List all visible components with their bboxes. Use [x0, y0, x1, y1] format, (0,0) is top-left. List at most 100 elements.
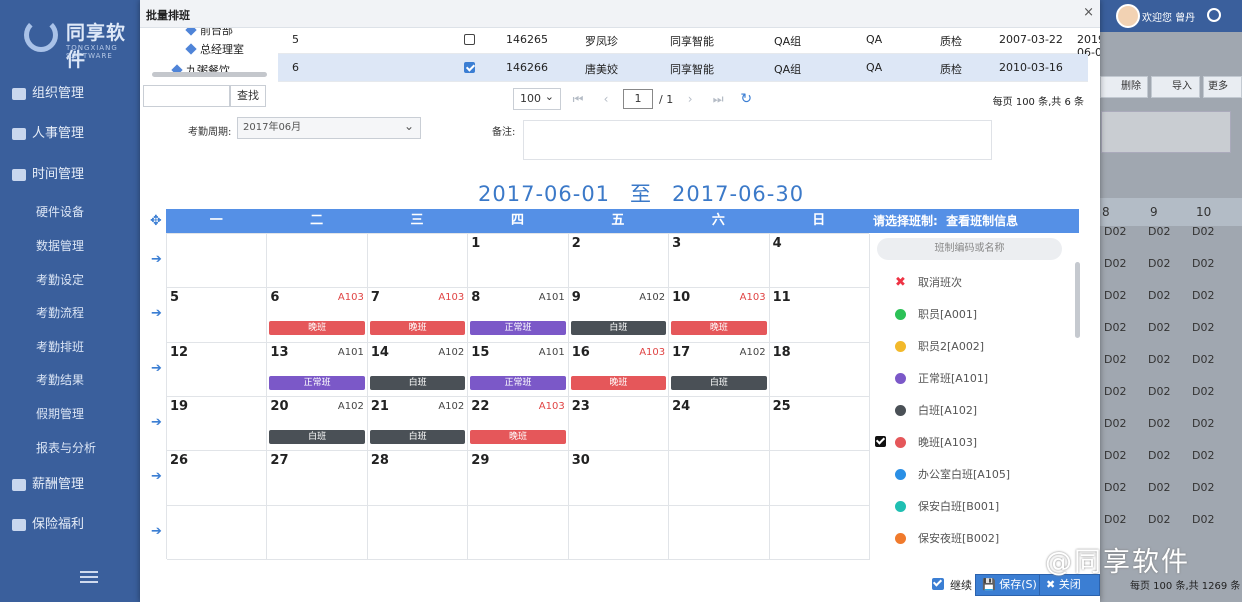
avatar[interactable] — [1116, 4, 1140, 28]
shift-badge[interactable]: 晚班 — [671, 321, 767, 336]
page-size-select[interactable]: 100 — [513, 87, 561, 110]
calendar-cell[interactable]: 27 — [267, 451, 368, 506]
submenu-leave[interactable]: 假期管理 — [36, 405, 84, 423]
row-checkbox[interactable] — [464, 62, 475, 73]
shift-badge[interactable]: 晚班 — [470, 429, 566, 444]
refresh-icon[interactable]: ↻ — [735, 91, 757, 107]
calendar-cell[interactable]: 9 A102 白班 — [568, 288, 670, 343]
menu-time[interactable]: 时间管理 — [12, 165, 84, 185]
period-select[interactable]: 2017年06月 — [237, 116, 421, 139]
calendar-cell[interactable] — [769, 451, 870, 506]
shift-option[interactable]: 白班[A102] — [875, 400, 977, 420]
calendar-cell[interactable]: 22 A103 晚班 — [468, 396, 569, 452]
menu-salary[interactable]: 薪酬管理 — [12, 475, 84, 495]
shift-option[interactable]: 晚班[A103] — [875, 432, 977, 452]
calendar-cell[interactable]: 30 — [568, 451, 670, 506]
menu-org[interactable]: 组织管理 — [12, 84, 84, 104]
search-button[interactable]: 查找 — [230, 85, 266, 107]
note-input[interactable] — [523, 120, 992, 160]
more-button[interactable]: 更多 — [1203, 76, 1242, 98]
last-page-icon[interactable]: ⏭ — [707, 88, 729, 110]
calendar-cell[interactable]: 16 A103 晚班 — [568, 342, 670, 397]
calendar-cell[interactable]: 3 — [669, 234, 770, 289]
calendar-cell[interactable] — [367, 505, 469, 560]
calendar-cell[interactable]: 8 A101 正常班 — [468, 288, 569, 343]
calendar-cell[interactable]: 10 A103 晚班 — [669, 288, 770, 343]
table-row[interactable]: 5 146265 罗凤珍 同享智能 QA组 QA 质检 2007-03-22 2… — [278, 26, 1100, 59]
tree-search-input[interactable] — [143, 85, 230, 107]
submenu-settings[interactable]: 考勤设定 — [36, 271, 84, 289]
submenu-result[interactable]: 考勤结果 — [36, 371, 84, 389]
tree-node[interactable]: 前台部 — [185, 28, 233, 38]
calendar-cell[interactable]: 6 A103 晚班 — [267, 288, 368, 343]
calendar-cell[interactable] — [468, 505, 569, 560]
table-row-selected[interactable]: 6 146266 唐美姣 同享智能 QA组 QA 质检 2010-03-16 在… — [278, 54, 1088, 82]
shift-list-scrollbar[interactable] — [1075, 262, 1080, 338]
calendar-cell[interactable]: 19 — [167, 396, 268, 452]
page-number-input[interactable]: 1 — [623, 89, 653, 109]
shift-badge[interactable]: 正常班 — [269, 375, 365, 390]
calendar-cell[interactable]: 24 — [669, 396, 770, 452]
submenu-hardware[interactable]: 硬件设备 — [36, 203, 84, 221]
shift-option[interactable]: 正常班[A101] — [875, 368, 988, 388]
calendar-cell[interactable]: 20 A102 白班 — [267, 396, 368, 452]
shift-badge[interactable]: 白班 — [269, 429, 365, 444]
apply-week-arrow-icon[interactable]: ➔ — [151, 415, 162, 430]
collapse-menu-icon[interactable] — [80, 571, 98, 583]
calendar-cell[interactable] — [669, 505, 770, 560]
calendar-cell[interactable]: 29 — [468, 451, 569, 506]
submenu-flow[interactable]: 考勤流程 — [36, 304, 84, 322]
calendar-cell[interactable] — [669, 451, 770, 506]
apply-week-arrow-icon[interactable]: ➔ — [151, 524, 162, 539]
import-button[interactable]: 导入 — [1151, 76, 1200, 98]
calendar-cell[interactable]: 14 A102 白班 — [367, 342, 469, 397]
shift-badge[interactable]: 晚班 — [570, 375, 667, 390]
tree-scrollbar[interactable] — [152, 72, 267, 77]
apply-week-arrow-icon[interactable]: ➔ — [151, 306, 162, 321]
next-page-icon[interactable]: › — [679, 88, 701, 110]
calendar-cell[interactable]: 28 — [367, 451, 469, 506]
calendar-cell[interactable] — [769, 505, 870, 560]
shift-option[interactable]: 办公室白班[A105] — [875, 464, 1010, 484]
calendar-cell[interactable]: 21 A102 白班 — [367, 396, 469, 452]
menu-insurance[interactable]: 保险福利 — [12, 515, 84, 535]
shift-option[interactable]: ✖ 取消班次 — [875, 272, 962, 292]
calendar-cell[interactable]: 1 — [468, 234, 569, 289]
apply-week-arrow-icon[interactable]: ➔ — [151, 252, 162, 267]
submenu-data[interactable]: 数据管理 — [36, 237, 84, 255]
calendar-cell[interactable] — [367, 234, 469, 289]
apply-week-arrow-icon[interactable]: ➔ — [151, 469, 162, 484]
calendar-cell[interactable] — [167, 234, 268, 289]
power-icon[interactable] — [1207, 8, 1221, 22]
shift-badge[interactable]: 白班 — [570, 321, 667, 336]
calendar-cell[interactable] — [267, 234, 368, 289]
shift-badge[interactable]: 白班 — [369, 429, 466, 444]
shift-badge[interactable]: 白班 — [369, 375, 466, 390]
calendar-cell[interactable]: 4 — [769, 234, 870, 289]
calendar-cell[interactable]: 17 A102 白班 — [669, 342, 770, 397]
save-button[interactable]: 💾 保存(S) — [975, 574, 1044, 596]
submenu-reports[interactable]: 报表与分析 — [36, 439, 96, 457]
shift-badge[interactable]: 正常班 — [470, 321, 566, 336]
shift-badge[interactable]: 正常班 — [470, 375, 566, 390]
calendar-cell[interactable]: 26 — [167, 451, 268, 506]
calendar-cell[interactable]: 5 — [167, 288, 268, 343]
apply-week-arrow-icon[interactable]: ➔ — [151, 361, 162, 376]
calendar-cell[interactable]: 23 — [568, 396, 670, 452]
calendar-cell[interactable]: 11 — [769, 288, 870, 343]
calendar-cell[interactable]: 13 A101 正常班 — [267, 342, 368, 397]
view-shift-info-link[interactable]: 查看班制信息 — [946, 214, 1018, 228]
shift-search-input[interactable]: 班制编码或名称 — [877, 238, 1062, 260]
row-checkbox[interactable] — [464, 34, 475, 45]
shift-option[interactable]: 职员2[A002] — [875, 336, 984, 356]
shift-badge[interactable]: 白班 — [671, 375, 767, 390]
shift-badge[interactable]: 晚班 — [369, 321, 466, 336]
continue-checkbox[interactable] — [932, 578, 944, 590]
calendar-cell[interactable]: 2 — [568, 234, 670, 289]
delete-button[interactable]: 删除 — [1100, 76, 1148, 98]
shift-badge[interactable]: 晚班 — [269, 321, 365, 336]
first-page-icon[interactable]: ⏮ — [567, 88, 589, 110]
selected-checkbox[interactable] — [875, 436, 886, 447]
menu-hr[interactable]: 人事管理 — [12, 124, 84, 144]
calendar-cell[interactable]: 25 — [769, 396, 870, 452]
